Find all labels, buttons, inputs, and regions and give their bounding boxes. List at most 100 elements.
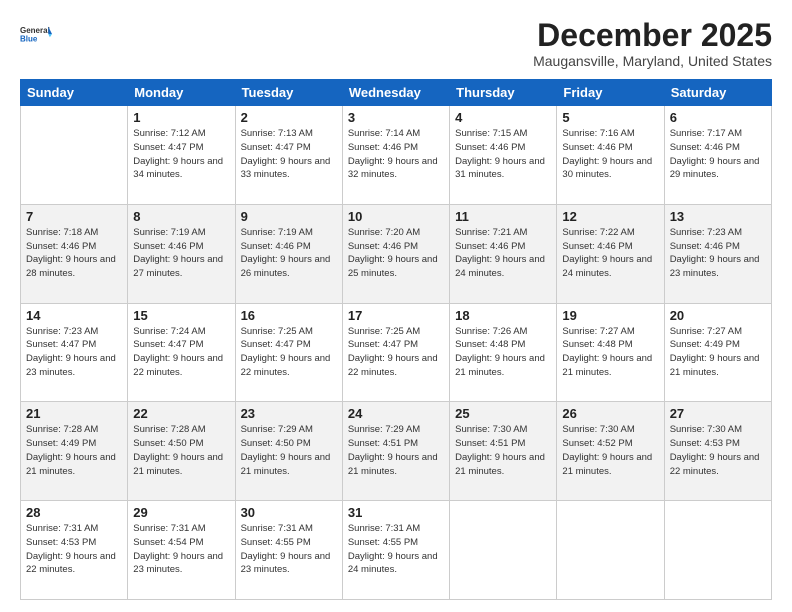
calendar-row-2: 7 Sunrise: 7:18 AMSunset: 4:46 PMDaylight… xyxy=(21,204,772,303)
calendar-row-5: 28Sunrise: 7:31 AMSunset: 4:53 PMDayligh… xyxy=(21,501,772,600)
col-header-thursday: Thursday xyxy=(450,80,557,106)
day-info: Sunrise: 7:29 AMSunset: 4:51 PMDaylight:… xyxy=(348,423,444,478)
calendar-cell: 19 Sunrise: 7:27 AMSunset: 4:48 PMDayligh… xyxy=(557,303,664,402)
day-number: 27 xyxy=(670,406,766,421)
svg-text:Blue: Blue xyxy=(20,34,38,43)
day-number: 5 xyxy=(562,110,658,125)
calendar-cell: 20Sunrise: 7:27 AMSunset: 4:49 PMDayligh… xyxy=(664,303,771,402)
day-number: 16 xyxy=(241,308,337,323)
day-number: 21 xyxy=(26,406,122,421)
calendar-cell: 24 Sunrise: 7:29 AMSunset: 4:51 PMDayligh… xyxy=(342,402,449,501)
col-header-monday: Monday xyxy=(128,80,235,106)
day-info: Sunrise: 7:30 AMSunset: 4:53 PMDaylight:… xyxy=(670,423,766,478)
calendar-cell: 14Sunrise: 7:23 AMSunset: 4:47 PMDayligh… xyxy=(21,303,128,402)
calendar-cell: 28Sunrise: 7:31 AMSunset: 4:53 PMDayligh… xyxy=(21,501,128,600)
day-info: Sunrise: 7:19 AMSunset: 4:46 PMDaylight:… xyxy=(133,226,229,281)
calendar-cell: 5 Sunrise: 7:16 AMSunset: 4:46 PMDaylight… xyxy=(557,106,664,205)
calendar-cell xyxy=(450,501,557,600)
day-info: Sunrise: 7:25 AMSunset: 4:47 PMDaylight:… xyxy=(241,325,337,380)
logo: General Blue xyxy=(20,18,52,50)
day-number: 26 xyxy=(562,406,658,421)
day-info: Sunrise: 7:23 AMSunset: 4:46 PMDaylight:… xyxy=(670,226,766,281)
day-info: Sunrise: 7:18 AMSunset: 4:46 PMDaylight:… xyxy=(26,226,122,281)
calendar-cell: 7 Sunrise: 7:18 AMSunset: 4:46 PMDaylight… xyxy=(21,204,128,303)
month-title: December 2025 xyxy=(533,18,772,53)
calendar-cell: 12 Sunrise: 7:22 AMSunset: 4:46 PMDayligh… xyxy=(557,204,664,303)
calendar-cell: 27 Sunrise: 7:30 AMSunset: 4:53 PMDayligh… xyxy=(664,402,771,501)
day-number: 3 xyxy=(348,110,444,125)
day-number: 8 xyxy=(133,209,229,224)
calendar-row-1: 1Sunrise: 7:12 AMSunset: 4:47 PMDaylight… xyxy=(21,106,772,205)
day-number: 31 xyxy=(348,505,444,520)
day-info: Sunrise: 7:30 AMSunset: 4:51 PMDaylight:… xyxy=(455,423,551,478)
day-number: 10 xyxy=(348,209,444,224)
calendar-table: SundayMondayTuesdayWednesdayThursdayFrid… xyxy=(20,79,772,600)
calendar-cell: 21 Sunrise: 7:28 AMSunset: 4:49 PMDayligh… xyxy=(21,402,128,501)
col-header-saturday: Saturday xyxy=(664,80,771,106)
calendar-row-4: 21 Sunrise: 7:28 AMSunset: 4:49 PMDayligh… xyxy=(21,402,772,501)
day-number: 6 xyxy=(670,110,766,125)
day-info: Sunrise: 7:28 AMSunset: 4:50 PMDaylight:… xyxy=(133,423,229,478)
day-number: 13 xyxy=(670,209,766,224)
day-number: 24 xyxy=(348,406,444,421)
day-info: Sunrise: 7:28 AMSunset: 4:49 PMDaylight:… xyxy=(26,423,122,478)
calendar-cell: 31Sunrise: 7:31 AMSunset: 4:55 PMDayligh… xyxy=(342,501,449,600)
header: General Blue December 2025 Maugansville,… xyxy=(20,18,772,69)
col-header-sunday: Sunday xyxy=(21,80,128,106)
logo-svg: General Blue xyxy=(20,18,52,50)
day-number: 20 xyxy=(670,308,766,323)
day-info: Sunrise: 7:21 AMSunset: 4:46 PMDaylight:… xyxy=(455,226,551,281)
day-info: Sunrise: 7:27 AMSunset: 4:48 PMDaylight:… xyxy=(562,325,658,380)
day-number: 11 xyxy=(455,209,551,224)
day-info: Sunrise: 7:13 AMSunset: 4:47 PMDaylight:… xyxy=(241,127,337,182)
day-number: 22 xyxy=(133,406,229,421)
day-number: 2 xyxy=(241,110,337,125)
day-number: 25 xyxy=(455,406,551,421)
day-number: 9 xyxy=(241,209,337,224)
calendar-cell: 17 Sunrise: 7:25 AMSunset: 4:47 PMDayligh… xyxy=(342,303,449,402)
calendar-cell xyxy=(21,106,128,205)
day-info: Sunrise: 7:26 AMSunset: 4:48 PMDaylight:… xyxy=(455,325,551,380)
day-info: Sunrise: 7:15 AMSunset: 4:46 PMDaylight:… xyxy=(455,127,551,182)
calendar-cell: 22 Sunrise: 7:28 AMSunset: 4:50 PMDayligh… xyxy=(128,402,235,501)
calendar-cell: 11 Sunrise: 7:21 AMSunset: 4:46 PMDayligh… xyxy=(450,204,557,303)
day-number: 14 xyxy=(26,308,122,323)
day-number: 19 xyxy=(562,308,658,323)
calendar-cell: 3 Sunrise: 7:14 AMSunset: 4:46 PMDaylight… xyxy=(342,106,449,205)
day-info: Sunrise: 7:22 AMSunset: 4:46 PMDaylight:… xyxy=(562,226,658,281)
day-info: Sunrise: 7:20 AMSunset: 4:46 PMDaylight:… xyxy=(348,226,444,281)
calendar-cell xyxy=(557,501,664,600)
col-header-wednesday: Wednesday xyxy=(342,80,449,106)
day-number: 30 xyxy=(241,505,337,520)
day-number: 12 xyxy=(562,209,658,224)
calendar-cell: 25 Sunrise: 7:30 AMSunset: 4:51 PMDayligh… xyxy=(450,402,557,501)
day-info: Sunrise: 7:24 AMSunset: 4:47 PMDaylight:… xyxy=(133,325,229,380)
day-info: Sunrise: 7:29 AMSunset: 4:50 PMDaylight:… xyxy=(241,423,337,478)
day-info: Sunrise: 7:31 AMSunset: 4:54 PMDaylight:… xyxy=(133,522,229,577)
day-number: 23 xyxy=(241,406,337,421)
calendar-row-3: 14Sunrise: 7:23 AMSunset: 4:47 PMDayligh… xyxy=(21,303,772,402)
calendar-cell: 29 Sunrise: 7:31 AMSunset: 4:54 PMDayligh… xyxy=(128,501,235,600)
calendar-cell: 15Sunrise: 7:24 AMSunset: 4:47 PMDayligh… xyxy=(128,303,235,402)
calendar-cell xyxy=(664,501,771,600)
calendar-cell: 13 Sunrise: 7:23 AMSunset: 4:46 PMDayligh… xyxy=(664,204,771,303)
calendar-cell: 23 Sunrise: 7:29 AMSunset: 4:50 PMDayligh… xyxy=(235,402,342,501)
calendar-cell: 30 Sunrise: 7:31 AMSunset: 4:55 PMDayligh… xyxy=(235,501,342,600)
day-info: Sunrise: 7:17 AMSunset: 4:46 PMDaylight:… xyxy=(670,127,766,182)
day-number: 28 xyxy=(26,505,122,520)
day-info: Sunrise: 7:25 AMSunset: 4:47 PMDaylight:… xyxy=(348,325,444,380)
calendar-cell: 26 Sunrise: 7:30 AMSunset: 4:52 PMDayligh… xyxy=(557,402,664,501)
day-info: Sunrise: 7:14 AMSunset: 4:46 PMDaylight:… xyxy=(348,127,444,182)
day-number: 17 xyxy=(348,308,444,323)
page: General Blue December 2025 Maugansville,… xyxy=(0,0,792,612)
day-number: 4 xyxy=(455,110,551,125)
svg-text:General: General xyxy=(20,26,50,35)
day-info: Sunrise: 7:31 AMSunset: 4:55 PMDaylight:… xyxy=(241,522,337,577)
day-info: Sunrise: 7:16 AMSunset: 4:46 PMDaylight:… xyxy=(562,127,658,182)
day-number: 7 xyxy=(26,209,122,224)
calendar-cell: 2 Sunrise: 7:13 AMSunset: 4:47 PMDaylight… xyxy=(235,106,342,205)
calendar-cell: 8 Sunrise: 7:19 AMSunset: 4:46 PMDaylight… xyxy=(128,204,235,303)
day-number: 29 xyxy=(133,505,229,520)
day-info: Sunrise: 7:19 AMSunset: 4:46 PMDaylight:… xyxy=(241,226,337,281)
day-info: Sunrise: 7:30 AMSunset: 4:52 PMDaylight:… xyxy=(562,423,658,478)
